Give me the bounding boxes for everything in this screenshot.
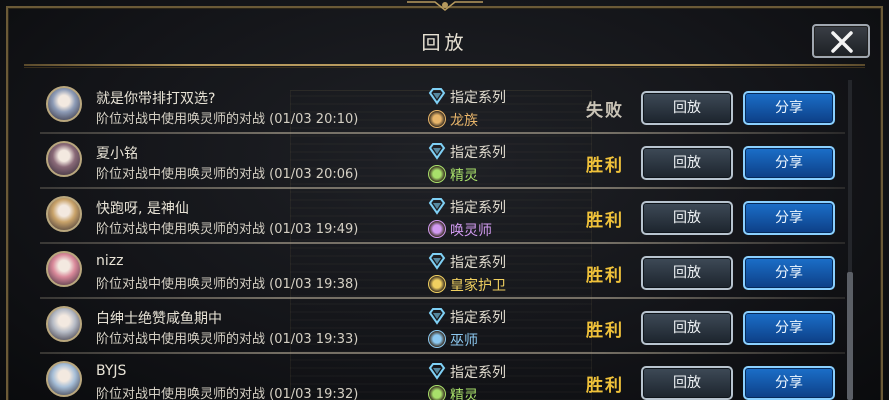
class-label: 精灵 bbox=[450, 168, 478, 184]
share-button[interactable]: 分享 bbox=[743, 366, 835, 400]
result-label: 胜利 bbox=[586, 156, 624, 176]
match-description: 阶位对战中使用唤灵师的对战 (01/03 19:32) bbox=[96, 387, 359, 400]
result-label: 胜利 bbox=[586, 266, 624, 286]
replay-button[interactable]: 回放 bbox=[641, 311, 733, 345]
diamond-icon bbox=[428, 88, 446, 105]
share-button[interactable]: 分享 bbox=[743, 201, 835, 235]
row-divider bbox=[40, 187, 845, 189]
player-avatar bbox=[46, 361, 82, 397]
close-x-icon bbox=[831, 31, 853, 53]
player-avatar bbox=[46, 306, 82, 342]
result-label: 胜利 bbox=[586, 321, 624, 341]
match-description: 阶位对战中使用唤灵师的对战 (01/03 20:06) bbox=[96, 167, 359, 182]
replay-button[interactable]: 回放 bbox=[641, 256, 733, 290]
orb-icon bbox=[428, 330, 446, 348]
skull-icon bbox=[428, 220, 446, 238]
replay-row: 就是你带排打双选? 阶位对战中使用唤灵师的对战 (01/03 20:10) 指定系列… bbox=[40, 80, 845, 134]
row-divider bbox=[40, 297, 845, 299]
match-description: 阶位对战中使用唤灵师的对战 (01/03 19:38) bbox=[96, 277, 359, 292]
replay-button[interactable]: 回放 bbox=[641, 201, 733, 235]
format-label: 指定系列 bbox=[450, 145, 506, 161]
player-name: 就是你带排打双选? bbox=[96, 91, 216, 107]
diamond-icon bbox=[428, 143, 446, 160]
replay-row: 白绅士绝赞咸鱼期中阶位对战中使用唤灵师的对战 (01/03 19:33) 指定系列… bbox=[40, 300, 845, 354]
player-name: 夏小铭 bbox=[96, 146, 138, 162]
title-divider-shadow bbox=[24, 67, 865, 68]
replay-row: nizz 阶位对战中使用唤灵师的对战 (01/03 19:38) 指定系列皇家护卫 胜… bbox=[40, 245, 845, 299]
title-divider bbox=[24, 64, 865, 66]
diamond-icon bbox=[428, 308, 446, 325]
format-label: 指定系列 bbox=[450, 310, 506, 326]
match-description: 阶位对战中使用唤灵师的对战 (01/03 19:49) bbox=[96, 222, 359, 237]
diamond-icon bbox=[428, 363, 446, 380]
replay-dialog: 回放 就是你带排打双选? 阶位对战中使用唤灵师的对战 (01/03 20:10) 指… bbox=[0, 0, 889, 400]
replay-row: 夏小铭阶位对战中使用唤灵师的对战 (01/03 20:06) 指定系列精灵 胜利 回放… bbox=[40, 135, 845, 189]
format-label: 指定系列 bbox=[450, 200, 506, 216]
share-button[interactable]: 分享 bbox=[743, 256, 835, 290]
class-label: 精灵 bbox=[450, 388, 478, 400]
player-name: 快跑呀, 是神仙 bbox=[96, 201, 189, 217]
class-label: 唤灵师 bbox=[450, 223, 492, 239]
crown-icon bbox=[428, 275, 446, 293]
row-divider bbox=[40, 352, 845, 354]
player-avatar bbox=[46, 86, 82, 122]
class-label: 皇家护卫 bbox=[450, 278, 506, 294]
dragon-icon bbox=[428, 110, 446, 128]
scrollbar-thumb[interactable] bbox=[847, 272, 853, 400]
replay-row: BYJS 阶位对战中使用唤灵师的对战 (01/03 19:32) 指定系列精灵 胜利回… bbox=[40, 355, 845, 400]
player-avatar bbox=[46, 141, 82, 177]
player-avatar bbox=[46, 251, 82, 287]
class-label: 巫师 bbox=[450, 333, 478, 349]
top-ornament-icon bbox=[407, 1, 483, 11]
share-button[interactable]: 分享 bbox=[743, 146, 835, 180]
share-button[interactable]: 分享 bbox=[743, 311, 835, 345]
dialog-title: 回放 bbox=[421, 32, 468, 54]
class-label: 龙族 bbox=[450, 113, 478, 129]
result-label: 胜利 bbox=[586, 376, 624, 396]
result-label: 失败 bbox=[586, 101, 624, 121]
format-label: 指定系列 bbox=[450, 255, 506, 271]
leaf-icon bbox=[428, 385, 446, 400]
share-button[interactable]: 分享 bbox=[743, 91, 835, 125]
replay-button[interactable]: 回放 bbox=[641, 146, 733, 180]
close-button[interactable] bbox=[812, 24, 870, 58]
player-name: nizz bbox=[96, 253, 124, 269]
replay-button[interactable]: 回放 bbox=[641, 91, 733, 125]
leaf-icon bbox=[428, 165, 446, 183]
row-divider bbox=[40, 132, 845, 134]
player-name: BYJS bbox=[96, 363, 127, 379]
replay-row: 快跑呀, 是神仙阶位对战中使用唤灵师的对战 (01/03 19:49) 指定系列唤… bbox=[40, 190, 845, 244]
match-description: 阶位对战中使用唤灵师的对战 (01/03 20:10) bbox=[96, 112, 359, 127]
player-name: 白绅士绝赞咸鱼期中 bbox=[96, 311, 222, 327]
row-divider bbox=[40, 242, 845, 244]
result-label: 胜利 bbox=[586, 211, 624, 231]
format-label: 指定系列 bbox=[450, 365, 506, 381]
diamond-icon bbox=[428, 198, 446, 215]
diamond-icon bbox=[428, 253, 446, 270]
player-avatar bbox=[46, 196, 82, 232]
match-description: 阶位对战中使用唤灵师的对战 (01/03 19:33) bbox=[96, 332, 359, 347]
format-label: 指定系列 bbox=[450, 90, 506, 106]
replay-button[interactable]: 回放 bbox=[641, 366, 733, 400]
